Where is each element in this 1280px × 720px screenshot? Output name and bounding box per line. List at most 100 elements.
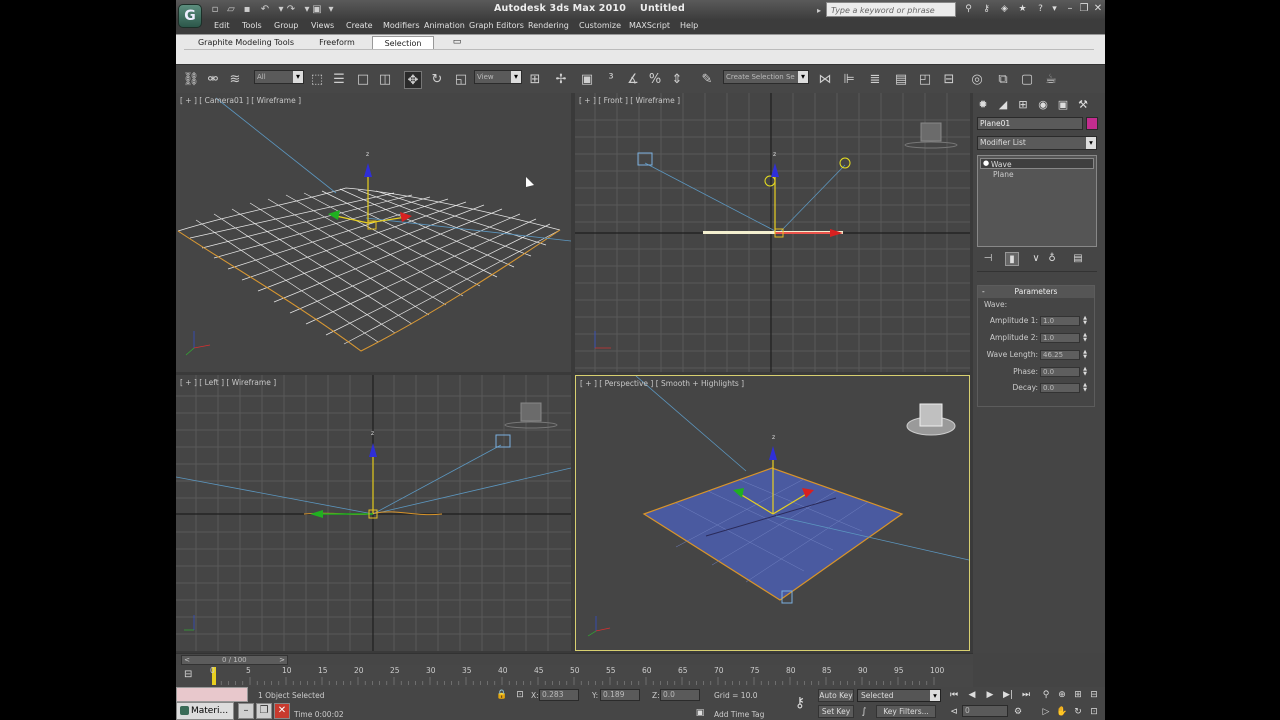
menu-edit[interactable]: Edit	[214, 21, 230, 30]
set-key-button[interactable]: Set Key	[818, 705, 854, 718]
current-frame-field[interactable]: 0	[962, 705, 1008, 717]
front-viewport[interactable]: z [ + ] [ Front ] [ Wireframe ]	[575, 93, 970, 372]
object-color-swatch[interactable]	[1086, 117, 1098, 130]
unlink-icon[interactable]: ⚮	[204, 71, 222, 89]
chevron-right-icon[interactable]: >	[277, 656, 287, 664]
amplitude-2-field[interactable]: 1.0	[1040, 333, 1080, 343]
spinner-icon[interactable]: ▲ ▼	[1082, 367, 1088, 377]
auto-key-button[interactable]: Auto Key	[818, 689, 854, 702]
zoom-all-icon[interactable]: ⊕	[1056, 689, 1068, 701]
chevron-down-icon[interactable]: ▾	[324, 3, 338, 16]
star-icon[interactable]: ★	[1016, 3, 1029, 16]
stack-item-plane[interactable]: Plane	[993, 170, 1014, 179]
window-crossing-icon[interactable]: ◫	[376, 71, 394, 89]
x-coordinate-field[interactable]: 0.283	[539, 689, 579, 701]
rectangular-selection-icon[interactable]: □	[354, 71, 372, 89]
restore-button[interactable]: ❐	[1078, 3, 1090, 15]
wave-length-field[interactable]: 46.25	[1040, 350, 1080, 360]
key-icon[interactable]: ⚷	[794, 696, 806, 710]
menu-modifiers[interactable]: Modifiers	[383, 21, 420, 30]
menu-help[interactable]: Help	[680, 21, 698, 30]
menu-group[interactable]: Group	[274, 21, 298, 30]
time-configuration-icon[interactable]: ⚙	[1012, 706, 1024, 718]
graphite-toggle-icon[interactable]: ▤	[892, 71, 910, 89]
pan-view-icon[interactable]: ✋	[1056, 706, 1068, 718]
maximize-viewport-icon[interactable]: ⊡	[1088, 706, 1100, 718]
menu-graph-editors[interactable]: Graph Editors	[469, 21, 524, 30]
perspective-viewport-label[interactable]: [ + ] [ Perspective ] [ Smooth + Highlig…	[580, 379, 744, 388]
key-mode-dropdown[interactable]: Selected	[857, 689, 941, 702]
subscription-icon[interactable]: ◈	[998, 3, 1011, 16]
phase-field[interactable]: 0.0	[1040, 367, 1080, 377]
amplitude-1-field[interactable]: 1.0	[1040, 316, 1080, 326]
display-tab-icon[interactable]: ▣	[1055, 97, 1071, 112]
zoom-extents-all-icon[interactable]: ⊟	[1088, 689, 1100, 701]
align-icon[interactable]: ⊫	[840, 71, 858, 89]
search-input[interactable]: Type a keyword or phrase	[817, 2, 956, 18]
redo-icon[interactable]: ↷	[284, 3, 298, 16]
spinner-icon[interactable]: ▲ ▼	[1082, 333, 1088, 343]
schematic-view-icon[interactable]: ⊟	[940, 71, 958, 89]
track-bar[interactable]: ⊟ 0 5 10 15 20 25 30 35 40 45 50 55 60 65 70 75 80 85 90 95…	[176, 665, 973, 687]
select-object-icon[interactable]: ⬚	[308, 71, 326, 89]
render-production-icon[interactable]: ☕	[1042, 71, 1060, 89]
chevron-down-icon[interactable]: ▾	[1048, 3, 1061, 16]
camera-viewport-label[interactable]: [ + ] [ Camera01 ] [ Wireframe ]	[180, 96, 301, 105]
menu-rendering[interactable]: Rendering	[528, 21, 569, 30]
remove-modifier-icon[interactable]: ♁	[1045, 252, 1059, 266]
tab-graphite-modeling-tools[interactable]: Graphite Modeling Tools	[196, 36, 296, 49]
front-viewport-label[interactable]: [ + ] [ Front ] [ Wireframe ]	[579, 96, 680, 105]
show-end-result-icon[interactable]: ▮	[1005, 252, 1019, 266]
maxscript-listener[interactable]	[176, 687, 248, 702]
menu-animation[interactable]: Animation	[424, 21, 465, 30]
edit-named-selection-icon[interactable]: ✎	[698, 71, 716, 89]
zoom-extents-icon[interactable]: ⊞	[1072, 689, 1084, 701]
key-filters-button[interactable]: Key Filters...	[876, 705, 936, 718]
open-icon[interactable]: ▱	[224, 3, 238, 16]
hierarchy-tab-icon[interactable]: ⊞	[1015, 97, 1031, 112]
app-logo-button[interactable]: G	[178, 4, 202, 28]
taskbar-close-button[interactable]: ✕	[274, 703, 290, 719]
material-editor-icon[interactable]: ◎	[968, 71, 986, 89]
percent-snap-icon[interactable]: %	[646, 71, 664, 89]
select-by-name-icon[interactable]: ☰	[330, 71, 348, 89]
create-tab-icon[interactable]: ✹	[975, 97, 991, 112]
render-setup-icon[interactable]: ⧉	[994, 71, 1012, 89]
select-rotate-icon[interactable]: ↻	[428, 71, 446, 89]
taskbar-minimize-button[interactable]: –	[238, 703, 254, 719]
selection-filter-dropdown[interactable]: All	[254, 70, 304, 84]
select-move-icon[interactable]: ✥	[404, 71, 422, 89]
save-icon[interactable]: ▪	[240, 3, 254, 16]
stack-item-wave[interactable]: Wave	[980, 158, 1094, 169]
time-tag-icon[interactable]: ▣	[694, 707, 706, 719]
undo-icon[interactable]: ↶	[258, 3, 272, 16]
minimize-button[interactable]: –	[1064, 3, 1076, 15]
make-unique-icon[interactable]: ∨	[1029, 252, 1043, 266]
menu-customize[interactable]: Customize	[579, 21, 621, 30]
perspective-viewport[interactable]: z [ + ] [ Perspective ] [ Smooth + Highl…	[575, 375, 970, 651]
key-mode-toggle-icon[interactable]: ⊲	[948, 706, 960, 718]
layer-manager-icon[interactable]: ≣	[866, 71, 884, 89]
light-bulb-icon[interactable]: ●	[983, 159, 989, 167]
curve-editor-icon[interactable]: ◰	[916, 71, 934, 89]
next-frame-icon[interactable]: ▶|	[1002, 689, 1014, 701]
add-time-tag-button[interactable]: Add Time Tag	[714, 710, 764, 719]
rendered-frame-window-icon[interactable]: ▢	[1018, 71, 1036, 89]
new-icon[interactable]: ▫	[208, 3, 222, 16]
left-viewport[interactable]: z [ + ] [ Left ] [ Wireframe ]	[176, 375, 571, 651]
modifier-list-dropdown[interactable]: Modifier List	[977, 136, 1097, 150]
key-icon[interactable]: ⚷	[980, 3, 993, 16]
y-coordinate-field[interactable]: 0.189	[600, 689, 640, 701]
menu-views[interactable]: Views	[311, 21, 334, 30]
go-to-start-icon[interactable]: ⏮	[948, 689, 960, 701]
absolute-mode-icon[interactable]: ⊡	[514, 689, 526, 701]
binoculars-icon[interactable]: ⚲	[962, 3, 975, 16]
mirror-icon[interactable]: ⋈	[816, 71, 834, 89]
configure-modifier-sets-icon[interactable]: ▤	[1071, 252, 1085, 266]
manipulate-icon[interactable]: ✢	[552, 71, 570, 89]
previous-frame-icon[interactable]: ◀	[966, 689, 978, 701]
spinner-icon[interactable]: ▲ ▼	[1082, 350, 1088, 360]
angle-snap-icon[interactable]: ∡	[624, 71, 642, 89]
z-coordinate-field[interactable]: 0.0	[660, 689, 700, 701]
play-icon[interactable]: ▶	[984, 689, 996, 701]
